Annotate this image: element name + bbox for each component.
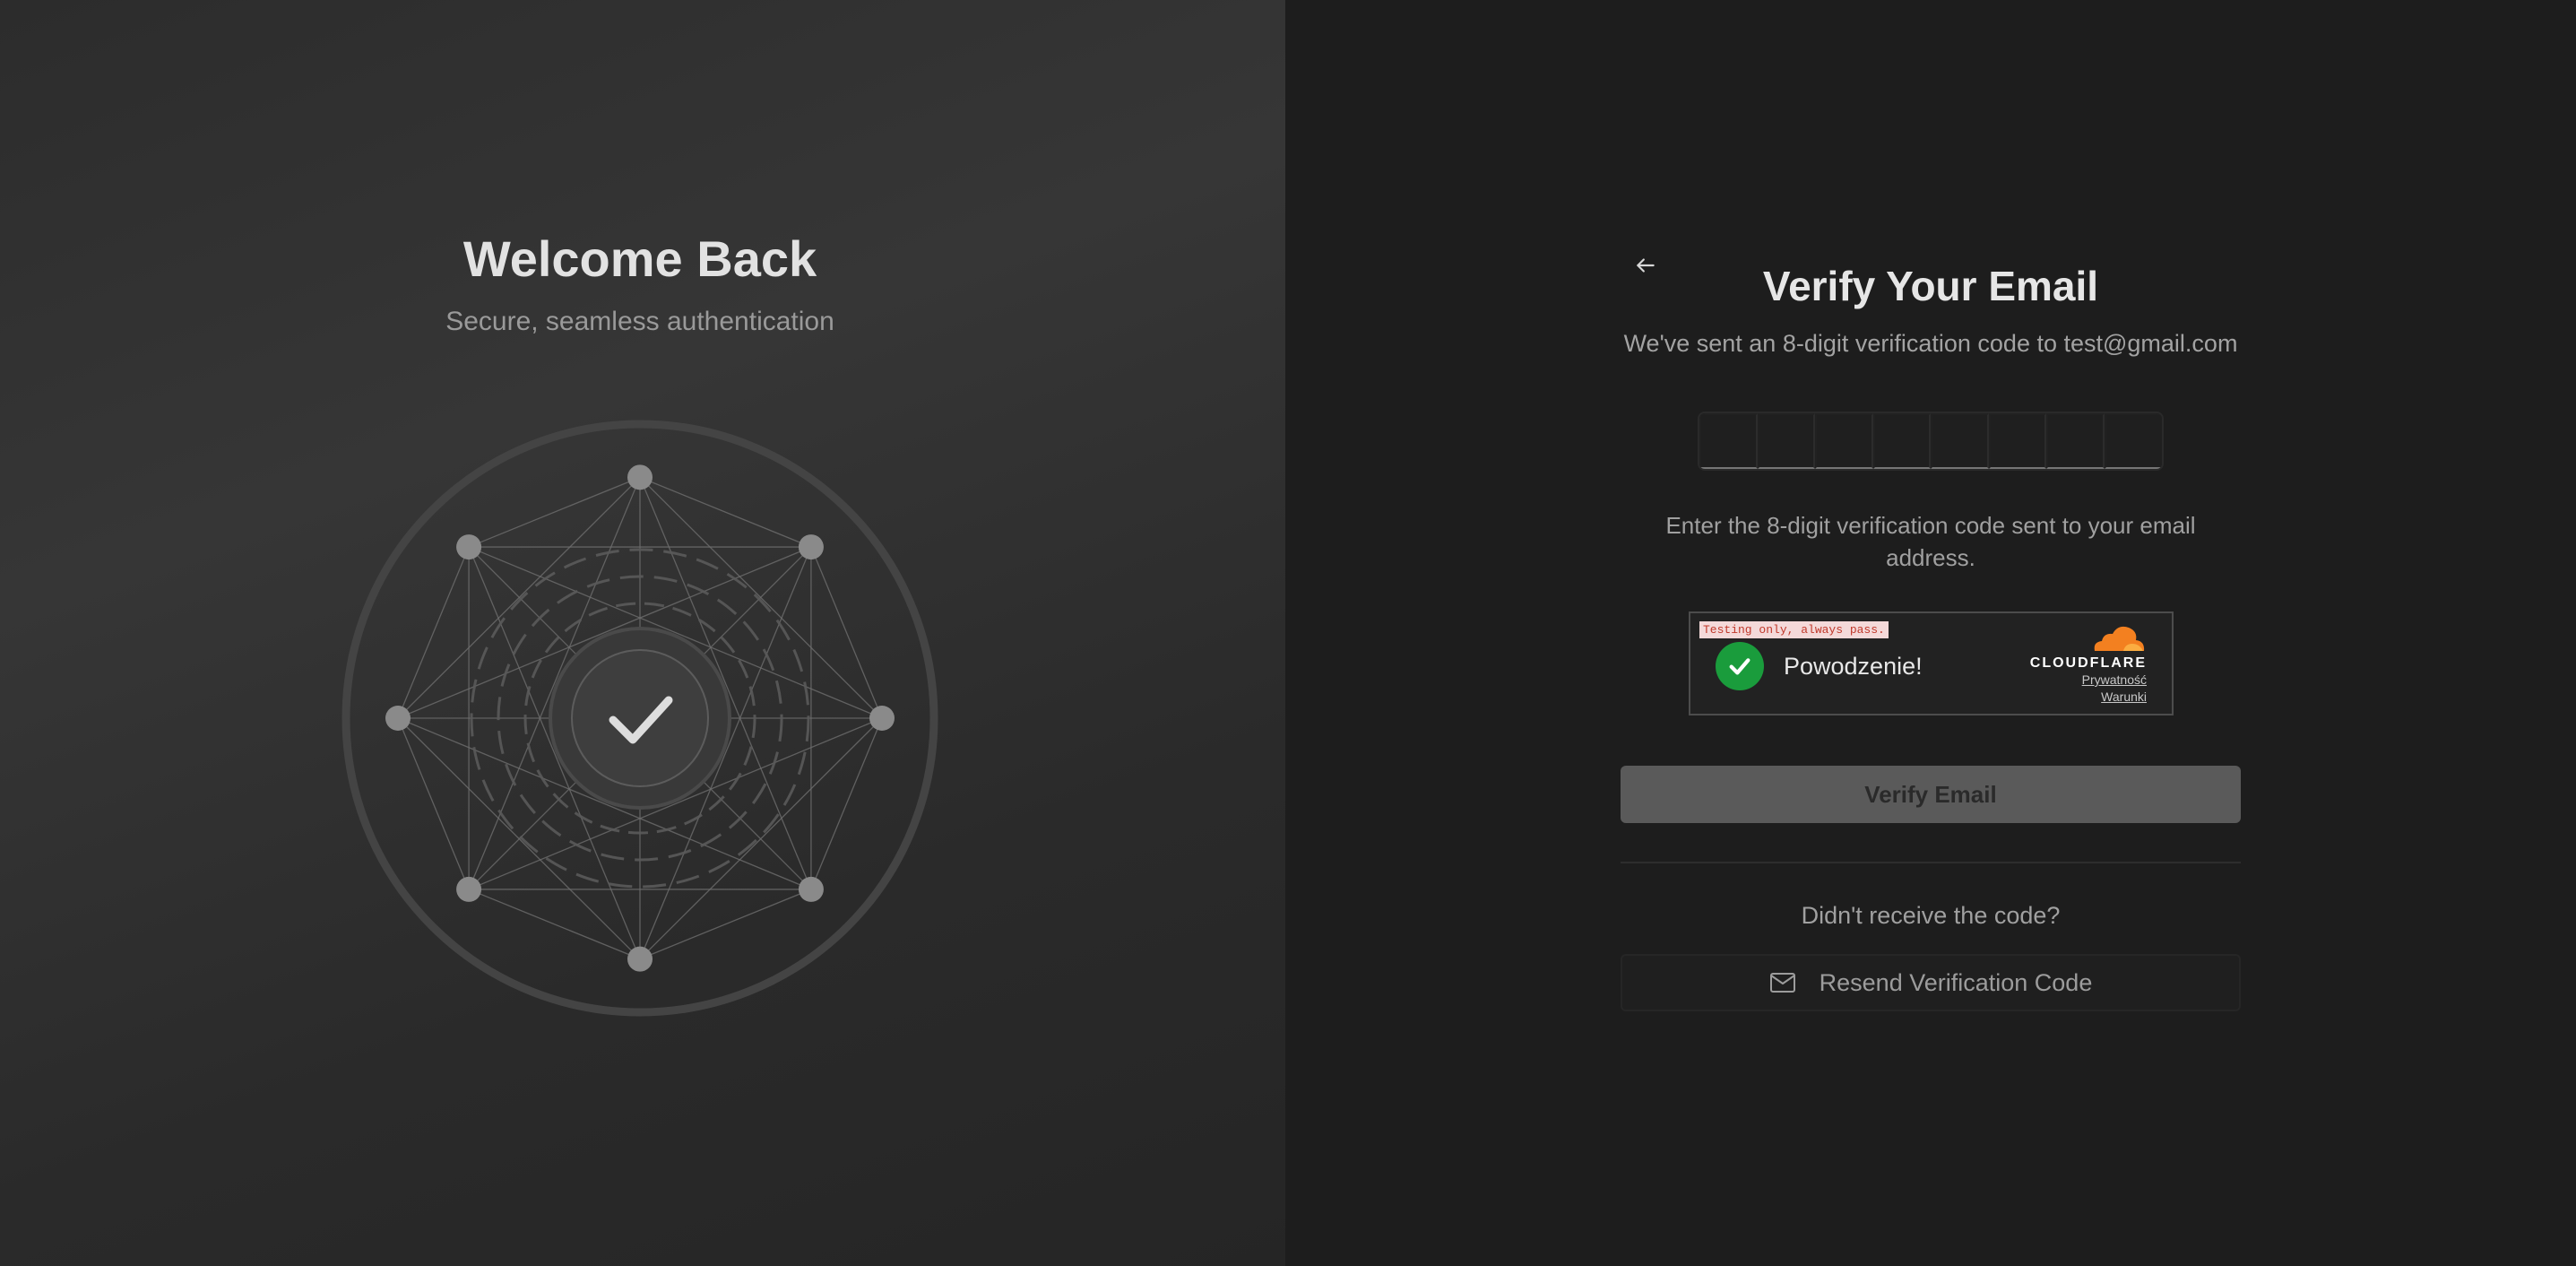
network-node	[627, 946, 653, 972]
resend-prompt: Didn't receive the code?	[1801, 902, 2061, 929]
success-check-icon	[1716, 642, 1764, 690]
divider	[1621, 862, 2241, 863]
network-node	[456, 534, 482, 560]
resend-label: Resend Verification Code	[1819, 968, 2093, 996]
otp-digit-6[interactable]	[1988, 413, 2046, 469]
otp-hint: Enter the 8-digit verification code sent…	[1665, 512, 2196, 571]
otp-digit-8[interactable]	[2104, 413, 2162, 469]
otp-digit-4[interactable]	[1872, 413, 1931, 469]
network-node	[798, 876, 824, 902]
cloudflare-brand: CLOUDFLARE	[2029, 655, 2147, 671]
network-node	[627, 464, 653, 490]
cloudflare-logo: CLOUDFLARE Prywatność Warunki	[2021, 624, 2147, 706]
center-disc	[571, 649, 709, 787]
connection-line	[397, 717, 470, 890]
connection-line	[468, 889, 641, 960]
connection-line	[639, 889, 812, 960]
verify-email-button[interactable]: Verify Email	[1621, 766, 2241, 823]
network-node	[385, 706, 411, 731]
connection-line	[810, 717, 883, 890]
connection-line	[810, 546, 883, 719]
page-title: Verify Your Email	[1762, 263, 2099, 309]
otp-input-group	[1698, 412, 2164, 471]
security-network-illustration	[341, 420, 938, 1017]
otp-digit-7[interactable]	[2046, 413, 2105, 469]
network-node	[798, 534, 824, 560]
privacy-link[interactable]: Prywatność	[2021, 672, 2147, 689]
connection-line	[397, 546, 470, 719]
captcha-status: Powodzenie!	[1784, 653, 1923, 680]
mail-icon	[1769, 973, 1795, 993]
welcome-subtitle: Secure, seamless authentication	[445, 307, 834, 336]
otp-digit-2[interactable]	[1757, 413, 1815, 469]
otp-digit-1[interactable]	[1699, 413, 1758, 469]
welcome-title: Welcome Back	[462, 230, 817, 287]
terms-link[interactable]: Warunki	[2021, 689, 2147, 706]
network-node	[869, 706, 895, 731]
otp-digit-3[interactable]	[1815, 413, 1873, 469]
network-node	[456, 876, 482, 902]
cloudflare-cloud-icon	[2094, 626, 2145, 651]
turnstile-widget[interactable]: Testing only, always pass. Powodzenie! C…	[1689, 611, 2174, 715]
verify-subtitle: We've sent an 8-digit verification code …	[1623, 330, 2238, 357]
connection-line	[639, 476, 812, 548]
connection-line	[468, 476, 641, 548]
resend-code-button[interactable]: Resend Verification Code	[1621, 954, 2241, 1011]
otp-digit-5[interactable]	[1931, 413, 1989, 469]
captcha-testing-badge: Testing only, always pass.	[1699, 621, 1889, 638]
